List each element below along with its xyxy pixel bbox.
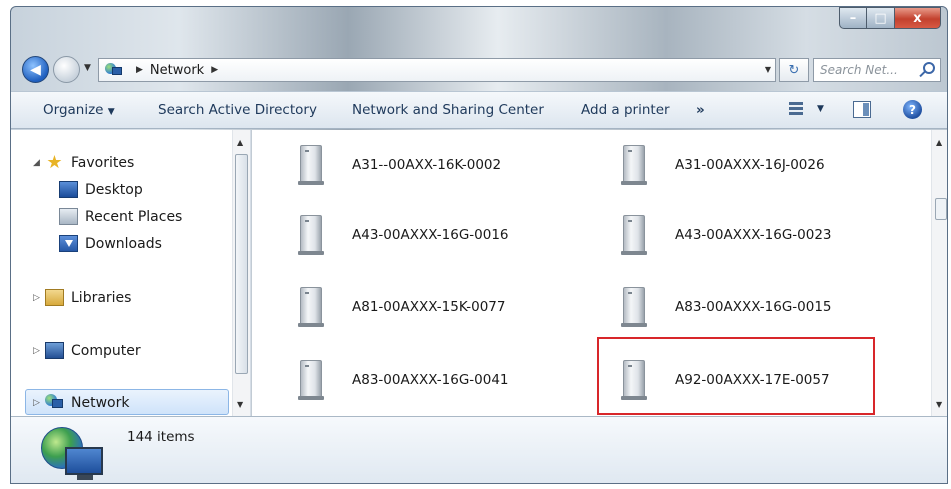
computer-icon <box>296 286 326 328</box>
address-row: ◀ ▼ ▶ Network ▶ ▼ ↻ Search Net... <box>11 51 947 87</box>
scroll-up-icon[interactable]: ▲ <box>237 138 243 147</box>
forward-button[interactable] <box>53 56 80 83</box>
computer-icon <box>619 286 649 328</box>
back-button[interactable]: ◀ <box>22 56 49 83</box>
computer-icon <box>45 342 64 359</box>
expand-triangle-icon[interactable]: ▷ <box>33 293 45 303</box>
network-icon <box>45 394 64 411</box>
scrollbar-thumb[interactable] <box>235 154 248 374</box>
computer-icon <box>619 144 649 186</box>
details-pane: 144 items <box>11 416 947 483</box>
sidebar-item-network[interactable]: ▷ Network <box>33 394 129 411</box>
breadcrumb-separator-icon[interactable]: ▶ <box>211 65 218 75</box>
expand-triangle-icon[interactable]: ▷ <box>33 346 45 356</box>
star-icon: ★ <box>46 152 63 173</box>
title-bar[interactable]: – □ x <box>11 7 947 49</box>
computer-name: A43-00AXXX-16G-0016 <box>352 227 509 243</box>
collapse-triangle-icon[interactable]: ◢ <box>33 158 45 168</box>
sidebar-item-label: Network <box>71 394 130 411</box>
sidebar-item-label: Computer <box>71 342 141 359</box>
sidebar-item-label: Libraries <box>71 289 132 306</box>
view-options-dropdown-icon[interactable]: ▼ <box>817 104 824 114</box>
file-list: A31--00AXX-16K-0002 A31-00AXXX-16J-0026 … <box>252 130 947 416</box>
help-icon[interactable]: ? <box>903 100 922 119</box>
sidebar-item-downloads[interactable]: Downloads <box>59 235 162 252</box>
list-item[interactable]: A43-00AXXX-16G-0023 <box>619 214 832 256</box>
computer-name: A81-00AXXX-15K-0077 <box>352 299 506 315</box>
network-sharing-center-button[interactable]: Network and Sharing Center <box>352 102 544 118</box>
command-bar: Organize ▼ Search Active Directory Netwo… <box>11 91 947 129</box>
breadcrumb-network[interactable]: Network <box>150 63 204 78</box>
scroll-up-icon[interactable]: ▲ <box>936 138 942 147</box>
sidebar-item-label: Desktop <box>85 181 143 198</box>
computer-name: A43-00AXXX-16G-0023 <box>675 227 832 243</box>
content-scrollbar[interactable]: ▲ ▼ <box>931 130 947 416</box>
refresh-button[interactable]: ↻ <box>779 58 809 82</box>
scroll-down-icon[interactable]: ▼ <box>237 400 243 409</box>
search-active-directory-button[interactable]: Search Active Directory <box>158 102 317 118</box>
close-button[interactable]: x <box>895 7 941 29</box>
scroll-down-icon[interactable]: ▼ <box>936 400 942 409</box>
navigation-pane: ◢ ★ Favorites Desktop Recent Places Down… <box>11 130 251 416</box>
item-count: 144 items <box>127 429 195 445</box>
computer-icon <box>296 214 326 256</box>
search-input[interactable]: Search Net... <box>813 58 941 82</box>
computer-name: A31--00AXX-16K-0002 <box>352 157 502 173</box>
sidebar-item-recent-places[interactable]: Recent Places <box>59 208 182 225</box>
address-bar[interactable]: ▶ Network ▶ ▼ <box>98 58 776 82</box>
libraries-icon <box>45 289 64 306</box>
search-icon[interactable] <box>923 62 935 74</box>
computer-icon <box>619 214 649 256</box>
list-item[interactable]: A31-00AXXX-16J-0026 <box>619 144 825 186</box>
sidebar-item-computer[interactable]: ▷ Computer <box>33 342 141 359</box>
computer-name: A31-00AXXX-16J-0026 <box>675 157 825 173</box>
expand-triangle-icon[interactable]: ▷ <box>33 398 45 408</box>
recent-places-icon <box>59 208 78 225</box>
minimize-button[interactable]: – <box>839 7 867 29</box>
search-placeholder: Search Net... <box>820 63 898 77</box>
recent-pages-dropdown-icon[interactable]: ▼ <box>84 63 91 73</box>
explorer-window: – □ x ◀ ▼ ▶ Network ▶ ▼ ↻ Search Net... … <box>10 6 948 484</box>
list-item[interactable]: A81-00AXXX-15K-0077 <box>296 286 505 328</box>
caption-buttons: – □ x <box>839 7 941 29</box>
computer-icon <box>296 359 326 401</box>
desktop-icon <box>59 181 78 198</box>
computer-name: A83-00AXXX-16G-0015 <box>675 299 832 315</box>
sidebar-item-favorites[interactable]: ◢ ★ Favorites <box>33 152 135 173</box>
downloads-icon <box>59 235 78 252</box>
list-item[interactable]: A43-00AXXX-16G-0016 <box>296 214 509 256</box>
preview-pane-icon[interactable] <box>853 101 871 118</box>
sidebar-item-label: Favorites <box>71 154 135 171</box>
more-commands-button[interactable]: » <box>696 102 705 118</box>
address-dropdown-icon[interactable]: ▼ <box>765 65 771 74</box>
network-icon <box>105 63 123 77</box>
list-item[interactable]: A83-00AXXX-16G-0015 <box>619 286 832 328</box>
change-view-icon[interactable] <box>789 100 807 118</box>
organize-label: Organize <box>43 102 104 118</box>
sidebar-item-desktop[interactable]: Desktop <box>59 181 143 198</box>
computer-icon <box>296 144 326 186</box>
organize-button[interactable]: Organize ▼ <box>43 102 115 118</box>
navigation-scrollbar[interactable]: ▲ ▼ <box>232 130 250 416</box>
sidebar-item-label: Recent Places <box>85 208 183 225</box>
maximize-button[interactable]: □ <box>867 7 895 29</box>
computer-name: A83-00AXXX-16G-0041 <box>352 372 509 388</box>
list-item[interactable]: A83-00AXXX-16G-0041 <box>296 359 509 401</box>
chevron-down-icon: ▼ <box>107 107 115 117</box>
add-printer-button[interactable]: Add a printer <box>581 102 670 118</box>
sidebar-item-label: Downloads <box>85 235 162 252</box>
sidebar-item-libraries[interactable]: ▷ Libraries <box>33 289 131 306</box>
breadcrumb-separator-icon[interactable]: ▶ <box>136 65 143 75</box>
list-item[interactable]: A31--00AXX-16K-0002 <box>296 144 501 186</box>
highlight-annotation-box <box>597 337 875 415</box>
scrollbar-thumb[interactable] <box>935 198 947 220</box>
network-icon <box>41 427 107 481</box>
